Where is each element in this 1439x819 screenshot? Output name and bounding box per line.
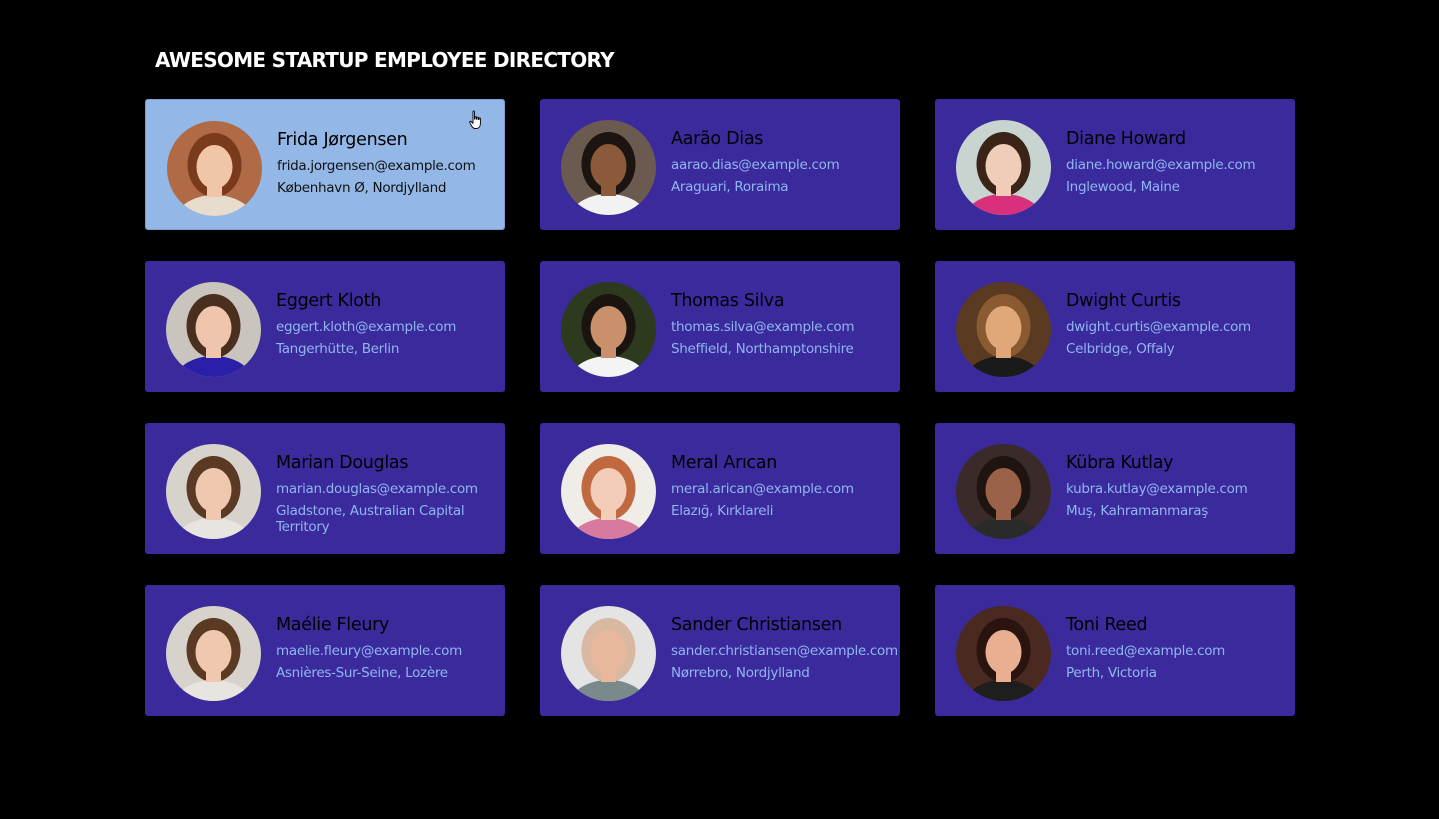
employee-name: Marian Douglas — [276, 453, 409, 473]
employee-location: Sheffield, Northamptonshire — [671, 341, 854, 357]
employee-email: diane.howard@example.com — [1066, 157, 1256, 173]
employee-card-8[interactable]: Meral Arıcan meral.arican@example.com El… — [540, 423, 900, 554]
page: AWESOME STARTUP EMPLOYEE DIRECTORY Frida… — [0, 0, 1439, 819]
avatar — [166, 282, 261, 377]
avatar — [956, 282, 1051, 377]
employee-name: Sander Christiansen — [671, 615, 842, 635]
employee-card-3[interactable]: Diane Howard diane.howard@example.com In… — [935, 99, 1295, 230]
employee-location: Nørrebro, Nordjylland — [671, 665, 810, 681]
employee-email: kubra.kutlay@example.com — [1066, 481, 1248, 497]
employee-card-4[interactable]: Eggert Kloth eggert.kloth@example.com Ta… — [145, 261, 505, 392]
avatar — [956, 120, 1051, 215]
employee-email: thomas.silva@example.com — [671, 319, 855, 335]
employee-location: Elazığ, Kırklareli — [671, 503, 774, 519]
employee-name: Dwight Curtis — [1066, 291, 1181, 311]
avatar — [166, 444, 261, 539]
employee-name: Aarão Dias — [671, 129, 764, 149]
employee-card-7[interactable]: Marian Douglas marian.douglas@example.co… — [145, 423, 505, 554]
employee-location: Muş, Kahramanmaraş — [1066, 503, 1208, 519]
avatar — [561, 282, 656, 377]
employee-grid: Frida Jørgensen frida.jorgensen@example.… — [145, 99, 1295, 716]
employee-name: Eggert Kloth — [276, 291, 382, 311]
employee-email: marian.douglas@example.com — [276, 481, 478, 497]
avatar — [166, 606, 261, 701]
avatar — [956, 606, 1051, 701]
employee-email: maelie.fleury@example.com — [276, 643, 462, 659]
employee-card-2[interactable]: Aarão Dias aarao.dias@example.com Aragua… — [540, 99, 900, 230]
employee-card-6[interactable]: Dwight Curtis dwight.curtis@example.com … — [935, 261, 1295, 392]
avatar — [956, 444, 1051, 539]
employee-email: sander.christiansen@example.com — [671, 643, 898, 659]
avatar — [167, 121, 262, 216]
avatar — [561, 606, 656, 701]
employee-location: Gladstone, Australian Capital Territory — [276, 503, 465, 535]
employee-email: eggert.kloth@example.com — [276, 319, 457, 335]
employee-card-12[interactable]: Toni Reed toni.reed@example.com Perth, V… — [935, 585, 1295, 716]
employee-email: aarao.dias@example.com — [671, 157, 840, 173]
employee-card-9[interactable]: Kübra Kutlay kubra.kutlay@example.com Mu… — [935, 423, 1295, 554]
employee-name: Frida Jørgensen — [277, 130, 408, 150]
employee-name: Kübra Kutlay — [1066, 453, 1174, 473]
employee-location: Inglewood, Maine — [1066, 179, 1180, 195]
avatar — [561, 444, 656, 539]
employee-location: Celbridge, Offaly — [1066, 341, 1175, 357]
employee-card-11[interactable]: Sander Christiansen sander.christiansen@… — [540, 585, 900, 716]
employee-location: Asnières-Sur-Seine, Lozère — [276, 665, 448, 681]
employee-email: toni.reed@example.com — [1066, 643, 1226, 659]
employee-email: dwight.curtis@example.com — [1066, 319, 1251, 335]
employee-card-10[interactable]: Maélie Fleury maelie.fleury@example.com … — [145, 585, 505, 716]
employee-email: meral.arican@example.com — [671, 481, 854, 497]
employee-name: Toni Reed — [1066, 615, 1148, 635]
employee-card-5[interactable]: Thomas Silva thomas.silva@example.com Sh… — [540, 261, 900, 392]
employee-location: Perth, Victoria — [1066, 665, 1157, 681]
employee-name: Thomas Silva — [671, 291, 785, 311]
employee-location: København Ø, Nordjylland — [277, 180, 447, 196]
employee-name: Maélie Fleury — [276, 615, 390, 635]
employee-email: frida.jorgensen@example.com — [277, 158, 476, 174]
avatar — [561, 120, 656, 215]
employee-location: Araguari, Roraima — [671, 179, 789, 195]
employee-name: Meral Arıcan — [671, 453, 778, 473]
employee-location: Tangerhütte, Berlin — [276, 341, 400, 357]
page-title: AWESOME STARTUP EMPLOYEE DIRECTORY — [155, 48, 615, 72]
employee-card-1[interactable]: Frida Jørgensen frida.jorgensen@example.… — [145, 99, 505, 230]
employee-name: Diane Howard — [1066, 129, 1186, 149]
